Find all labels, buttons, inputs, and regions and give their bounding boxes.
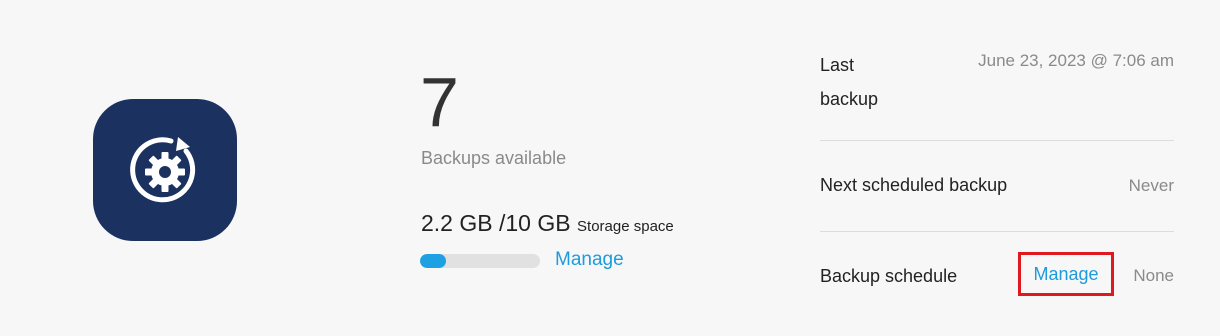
- backup-sync-glyph: [130, 137, 196, 203]
- storage-manage-link[interactable]: Manage: [555, 249, 624, 271]
- backup-count: 7: [420, 63, 459, 141]
- backups-available-label: Backups available: [421, 148, 567, 168]
- next-backup-label: Next scheduled backup: [820, 175, 1008, 195]
- storage-used: 2.2 GB /10 GB: [421, 210, 571, 236]
- divider: [820, 140, 1174, 141]
- backup-schedule-label: Backup schedule: [820, 266, 958, 286]
- divider: [820, 231, 1174, 232]
- backup-sync-icon: [93, 99, 237, 241]
- backup-schedule-value: None: [1133, 266, 1174, 285]
- storage-progress-fill: [420, 254, 447, 268]
- storage-label: Storage space: [577, 218, 674, 235]
- last-backup-value: June 23, 2023 @ 7:06 am: [978, 51, 1174, 70]
- schedule-manage-button[interactable]: Manage: [1018, 252, 1114, 296]
- backup-overview-panel: 7 Backups available 2.2 GB /10 GB Storag…: [0, 0, 1220, 336]
- last-backup-label: Last backup: [820, 55, 879, 109]
- storage-progress-bar: [420, 254, 540, 268]
- next-backup-value: Never: [1128, 176, 1174, 195]
- storage-summary: 2.2 GB /10 GB Storage space: [421, 210, 674, 237]
